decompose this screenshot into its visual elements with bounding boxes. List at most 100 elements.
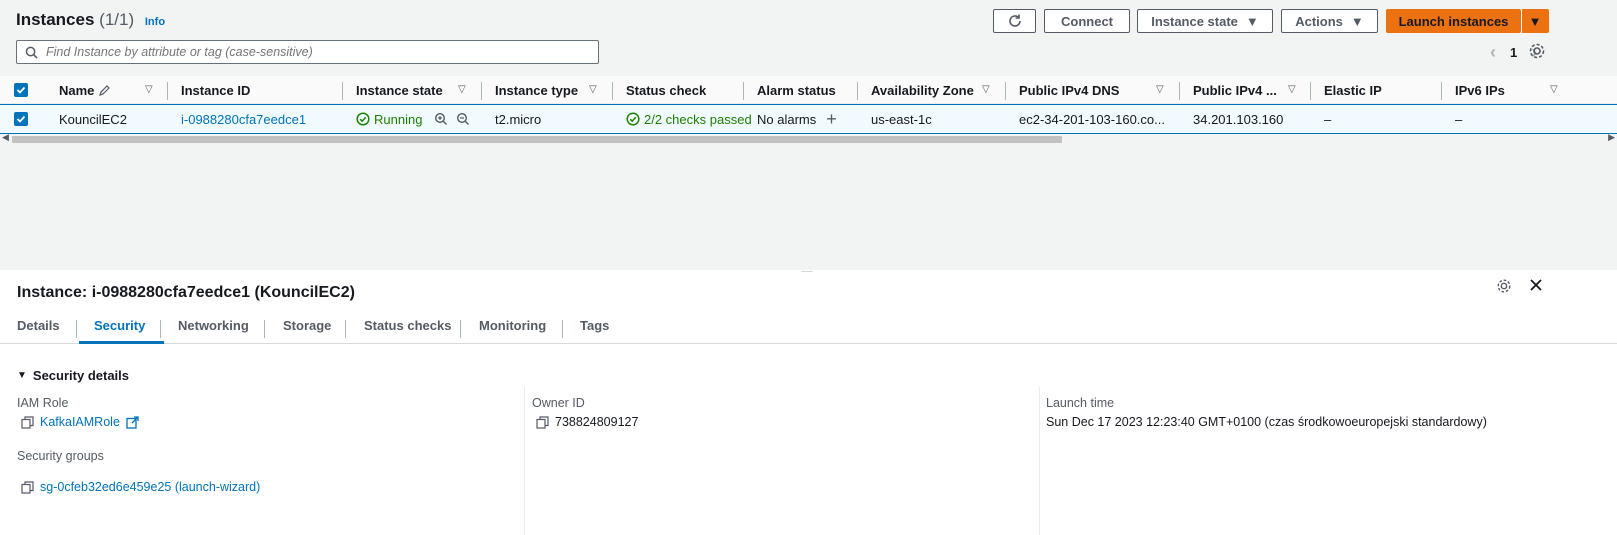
zoom-out-icon[interactable] [456,112,470,126]
sort-icon[interactable]: ▽ [1550,84,1558,95]
section-title: Security details [32,368,130,383]
tab-details[interactable]: Details [17,318,60,344]
cell-dns: ec2-34-201-103-160.co... [1019,111,1165,127]
caret-down-icon: ▼ [1528,13,1542,29]
current-page[interactable]: 1 [1510,45,1517,60]
zoom-in-icon[interactable] [434,112,448,126]
col-label: Alarm status [757,82,836,98]
security-groups-label: Security groups [17,449,104,463]
sort-icon[interactable]: ▽ [458,84,466,95]
actions-dropdown[interactable]: Actions ▼ [1281,9,1378,33]
alarm-text: No alarms [757,111,817,127]
launch-options-dropdown[interactable]: ▼ [1521,9,1549,33]
tab-tags[interactable]: Tags [580,318,609,344]
table-row[interactable]: KouncilEC2 i-0988280cfa7eedce1 Running t… [0,104,1617,134]
state-text: Running [374,111,423,127]
instances-list-panel: Instances (1/1) Info Connect Instance st… [0,0,1617,270]
launch-instances-button[interactable]: Launch instances [1386,9,1521,33]
sort-icon[interactable]: ▽ [1156,84,1164,95]
col-label: Name [59,82,95,98]
actions-label: Actions [1295,13,1343,29]
plus-icon[interactable]: + [826,109,837,130]
col-label: Public IPv4 DNS [1019,82,1120,98]
prev-page-icon[interactable]: ‹ [1490,42,1496,63]
caret-down-icon: ▼ [17,370,27,381]
search-box[interactable] [16,40,599,64]
tab-networking[interactable]: Networking [178,318,249,344]
iam-role-link[interactable]: KafkaIAMRole [40,415,120,429]
copy-icon[interactable] [21,480,34,494]
col-instance-type[interactable]: Instance type [495,76,578,104]
col-public-ipv4[interactable]: Public IPv4 ... [1193,76,1277,104]
sort-icon[interactable]: ▽ [145,84,153,95]
detail-title: Instance: i-0988280cfa7eedce1 (KouncilEC… [17,284,355,301]
cell-alarm-status: No alarms + [757,105,837,133]
close-icon[interactable] [1529,278,1543,292]
launch-time-label: Launch time [1046,396,1115,410]
row-checkbox[interactable] [14,112,28,126]
gear-icon[interactable] [1528,42,1546,60]
check-icon [16,115,26,123]
check-circle-icon [356,112,370,126]
instance-count: (1/1) [99,10,135,29]
col-instance-state[interactable]: Instance state [356,76,443,104]
pencil-icon [99,85,111,96]
sort-icon[interactable]: ▽ [589,84,597,95]
horizontal-scrollbar[interactable]: ◀ ▶ [0,132,1617,145]
cell-ipv4: 34.201.103.160 [1193,111,1284,127]
instance-id-link[interactable]: i-0988280cfa7eedce1 [181,105,306,133]
info-link[interactable]: Info [145,16,165,28]
col-status-check[interactable]: Status check [626,76,706,104]
cell-name: KouncilEC2 [59,111,127,127]
cell-status-check[interactable]: 2/2 checks passed [626,105,752,133]
col-instance-id[interactable]: Instance ID [181,76,250,104]
connect-button[interactable]: Connect [1044,9,1130,33]
sort-icon[interactable]: ▽ [1288,84,1296,95]
external-link-icon[interactable] [126,415,139,429]
col-availability-zone[interactable]: Availability Zone [871,76,974,104]
sort-icon[interactable]: ▽ [982,84,990,95]
cell-az: us-east-1c [871,111,932,127]
detail-tabs: Details Security Networking Storage Stat… [0,312,1617,344]
col-label: Instance type [495,82,579,98]
instance-state-dropdown[interactable]: Instance state ▼ [1137,9,1273,33]
select-all-checkbox[interactable] [14,83,28,97]
col-label: Instance ID [181,82,251,98]
owner-id-label: Owner ID [532,396,585,410]
scrollbar-thumb[interactable] [12,136,1062,143]
tab-monitoring[interactable]: Monitoring [479,318,546,344]
col-name[interactable]: Name [59,76,111,104]
owner-id-text: 738824809127 [555,415,639,429]
owner-id-value: 738824809127 [536,415,638,429]
search-input[interactable] [46,45,586,59]
col-public-dns[interactable]: Public IPv4 DNS [1019,76,1119,104]
scroll-left-icon[interactable]: ◀ [2,132,9,143]
cell-ipv6: – [1455,111,1463,127]
refresh-button[interactable] [993,9,1036,33]
status-check-text: 2/2 checks passed [644,111,752,127]
security-group-link[interactable]: sg-0cfeb32ed6e459e25 (launch-wizard) [40,480,260,494]
col-ipv6[interactable]: IPv6 IPs [1455,76,1505,104]
cell-type: t2.micro [495,111,542,127]
security-groups-value: sg-0cfeb32ed6e459e25 (launch-wizard) [21,480,260,494]
security-details-header[interactable]: ▼ Security details [17,368,129,383]
col-alarm-status[interactable]: Alarm status [757,76,836,104]
iam-role-value: KafkaIAMRole [21,415,139,429]
connect-label: Connect [1061,13,1113,29]
copy-icon[interactable] [21,415,34,429]
launch-time-value: Sun Dec 17 2023 12:23:40 GMT+0100 (czas … [1046,415,1487,429]
col-label: Instance state [356,82,443,98]
iam-role-label: IAM Role [17,396,69,410]
scroll-right-icon[interactable]: ▶ [1608,132,1615,143]
tab-status-checks[interactable]: Status checks [364,318,451,344]
instance-detail-panel: Instance: i-0988280cfa7eedce1 (KouncilEC… [0,272,1617,535]
caret-down-icon: ▼ [1245,13,1259,29]
page-title: Instances (1/1) Info [16,10,165,30]
tab-storage[interactable]: Storage [283,318,331,344]
copy-icon[interactable] [536,415,549,429]
search-icon [25,46,38,59]
active-tab-indicator [79,341,164,344]
check-circle-icon [626,112,640,126]
col-elastic-ip[interactable]: Elastic IP [1324,76,1382,104]
gear-icon[interactable] [1496,278,1512,294]
